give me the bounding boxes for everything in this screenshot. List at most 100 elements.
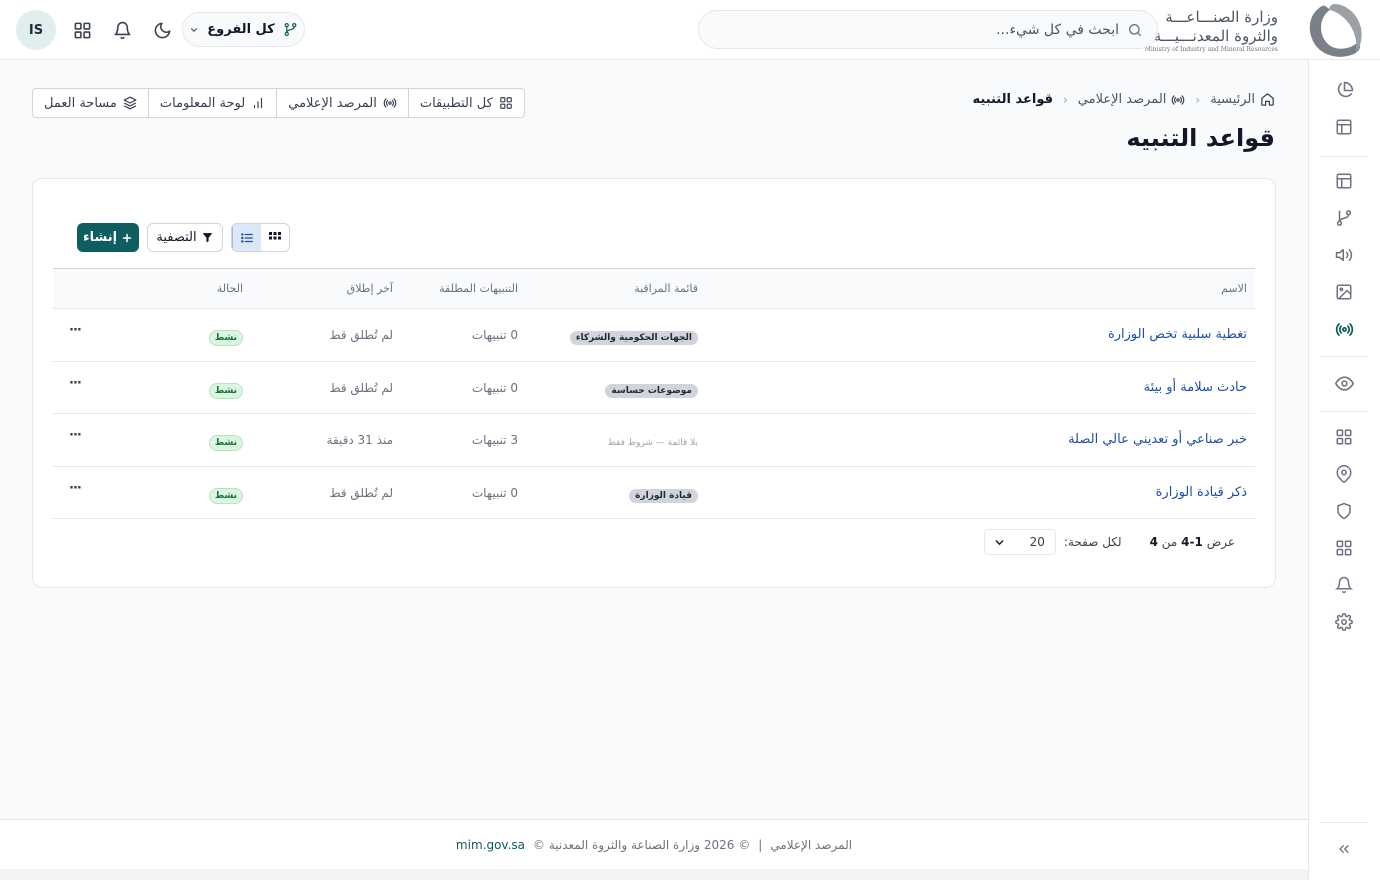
layout-icon bbox=[1336, 173, 1352, 189]
pagination-total: 4 bbox=[1149, 535, 1158, 549]
breadcrumb-separator: ‹ bbox=[1195, 92, 1201, 107]
pagination-range: 1-4 bbox=[1181, 535, 1203, 549]
pagination-of-label: من bbox=[1161, 535, 1178, 549]
column-header-last-fired[interactable]: آخر إطلاق bbox=[347, 282, 393, 295]
table-row[interactable]: تغطية سلبية تخص الوزارة الجهات الحكومية … bbox=[53, 309, 1255, 362]
watchlist-chip: الجهات الحكومية والشركاء bbox=[569, 331, 698, 345]
create-button[interactable]: إنشاء bbox=[77, 223, 139, 252]
pagination-summary: عرض 1-4 من 4 bbox=[1150, 535, 1235, 549]
grid-icon bbox=[1336, 540, 1352, 556]
watchlist-chip: موضوعات حساسة bbox=[605, 383, 698, 398]
filter-icon bbox=[202, 233, 212, 243]
status-cell: نشط bbox=[208, 329, 243, 346]
sidebar-divider bbox=[1320, 356, 1368, 357]
watchlist-chip: قيادة الوزارة bbox=[629, 488, 698, 503]
column-header-status[interactable]: الحالة bbox=[217, 282, 243, 295]
footer-domain-link[interactable]: mim.gov.sa bbox=[456, 838, 525, 852]
theme-toggle-button[interactable] bbox=[150, 18, 174, 42]
bell-icon bbox=[114, 21, 130, 39]
chevron-down-icon bbox=[191, 27, 198, 32]
alerts-count: 3 تنبيهات bbox=[471, 433, 518, 447]
chevron-down-icon bbox=[995, 539, 1004, 545]
sidebar-item-modules[interactable] bbox=[1333, 537, 1355, 559]
home-icon bbox=[1261, 93, 1274, 106]
sidebar-item-security[interactable] bbox=[1333, 500, 1355, 522]
per-page-label: لكل صفحة: bbox=[1063, 535, 1122, 549]
list-view-button[interactable] bbox=[232, 224, 261, 251]
sidebar-divider bbox=[1320, 156, 1368, 157]
branch-selector-label: كل الفروع bbox=[207, 22, 275, 37]
grid-icon bbox=[1336, 429, 1352, 445]
sidebar-item-layout[interactable] bbox=[1333, 116, 1355, 138]
view-toggle bbox=[231, 223, 290, 252]
quicklink-workspace[interactable]: مساحة العمل bbox=[33, 89, 148, 117]
table-row[interactable]: خبر صناعي أو تعديني عالي الصلة بلا قائمة… bbox=[53, 414, 1255, 467]
column-header-alerts[interactable]: التنبيهات المطلقة bbox=[439, 282, 518, 295]
sidebar-item-apps[interactable] bbox=[1333, 426, 1355, 448]
grid-view-button[interactable] bbox=[261, 224, 289, 251]
rule-name-link[interactable]: ذكر قيادة الوزارة bbox=[1156, 485, 1247, 500]
footer-separator: | bbox=[758, 837, 763, 852]
status-badge: نشط bbox=[208, 330, 243, 346]
apps-button[interactable] bbox=[70, 18, 94, 42]
row-actions-menu[interactable]: ··· bbox=[69, 376, 82, 391]
sidebar-nav bbox=[1308, 60, 1380, 880]
column-header-name[interactable]: الاسم bbox=[1221, 282, 1247, 295]
user-avatar[interactable]: IS bbox=[16, 10, 56, 50]
alert-rules-table: الاسم قائمة المراقبة التنبيهات المطلقة آ… bbox=[53, 268, 1255, 519]
row-actions-menu[interactable]: ··· bbox=[69, 481, 82, 496]
sidebar-item-settings[interactable] bbox=[1333, 611, 1355, 633]
per-page-select[interactable]: 20 bbox=[983, 529, 1056, 555]
row-actions-menu[interactable]: ··· bbox=[69, 323, 82, 338]
alerts-count: 0 تنبيهات bbox=[471, 485, 518, 500]
rule-name-link[interactable]: تغطية سلبية تخص الوزارة bbox=[1108, 327, 1247, 342]
ministry-logo-mark bbox=[1309, 4, 1362, 57]
plus-icon bbox=[122, 233, 132, 242]
list-icon bbox=[240, 232, 253, 243]
sidebar-item-media-monitor[interactable] bbox=[1333, 318, 1355, 340]
global-search[interactable] bbox=[698, 10, 1158, 49]
sidebar-item-watch[interactable] bbox=[1333, 372, 1355, 394]
breadcrumb-media-monitor[interactable]: المرصد الإعلامي bbox=[1078, 92, 1186, 107]
logo-text-line-2: والثروة المعدنـــيـــة bbox=[1153, 27, 1278, 45]
sidebar-item-notifications[interactable] bbox=[1333, 574, 1355, 596]
map-pin-icon bbox=[1336, 465, 1352, 483]
table-row[interactable]: ذكر قيادة الوزارة قيادة الوزارة 0 تنبيها… bbox=[53, 467, 1255, 519]
status-badge: نشط bbox=[208, 382, 243, 399]
moon-icon bbox=[154, 22, 170, 38]
row-actions-menu[interactable]: ··· bbox=[69, 428, 82, 443]
sidebar-item-locations[interactable] bbox=[1333, 463, 1355, 485]
breadcrumb-home[interactable]: الرئيسية bbox=[1210, 92, 1275, 107]
logo-text-line-1: وزارة الصنـــاعـــة bbox=[1165, 8, 1278, 26]
filter-button[interactable]: التصفية bbox=[147, 223, 223, 252]
quicklink-dashboard[interactable]: لوحة المعلومات bbox=[147, 89, 276, 117]
breadcrumb-separator: ‹ bbox=[1062, 92, 1068, 107]
sidebar-item-announcements[interactable] bbox=[1333, 244, 1355, 266]
sidebar-item-branches[interactable] bbox=[1333, 207, 1355, 229]
notifications-button[interactable] bbox=[110, 18, 134, 42]
last-fired: لم تُطلق قط bbox=[329, 380, 393, 395]
watchlist-cell: الجهات الحكومية والشركاء bbox=[569, 329, 698, 345]
table-row[interactable]: حادث سلامة أو بيئة موضوعات حساسة 0 تنبيه… bbox=[53, 362, 1255, 414]
sidebar-item-media[interactable] bbox=[1333, 281, 1355, 303]
filter-button-label: التصفية bbox=[156, 230, 197, 245]
sidebar-item-analytics[interactable] bbox=[1333, 79, 1355, 101]
column-header-watchlist[interactable]: قائمة المراقبة bbox=[634, 282, 698, 295]
sidebar-item-dashboard[interactable] bbox=[1333, 170, 1355, 192]
quicklink-media-monitor[interactable]: المرصد الإعلامي bbox=[276, 89, 408, 117]
git-branch-icon bbox=[284, 22, 297, 37]
sidebar-collapse-button[interactable] bbox=[1333, 838, 1355, 860]
layers-icon bbox=[123, 96, 137, 110]
status-cell: نشط bbox=[208, 487, 243, 504]
rule-name-link[interactable]: خبر صناعي أو تعديني عالي الصلة bbox=[1068, 432, 1247, 447]
branch-selector[interactable]: كل الفروع bbox=[182, 12, 305, 47]
quicklink-all-apps[interactable]: كل التطبيقات bbox=[407, 89, 524, 117]
pie-chart-icon bbox=[1337, 81, 1353, 97]
image-icon bbox=[1336, 284, 1352, 300]
quicklink-label: مساحة العمل bbox=[44, 95, 117, 111]
shield-icon bbox=[1337, 502, 1351, 520]
create-button-label: إنشاء bbox=[82, 230, 118, 245]
rule-name-link[interactable]: حادث سلامة أو بيئة bbox=[1144, 380, 1247, 395]
alerts-count: 0 تنبيهات bbox=[471, 380, 518, 395]
search-input[interactable] bbox=[713, 20, 1119, 40]
